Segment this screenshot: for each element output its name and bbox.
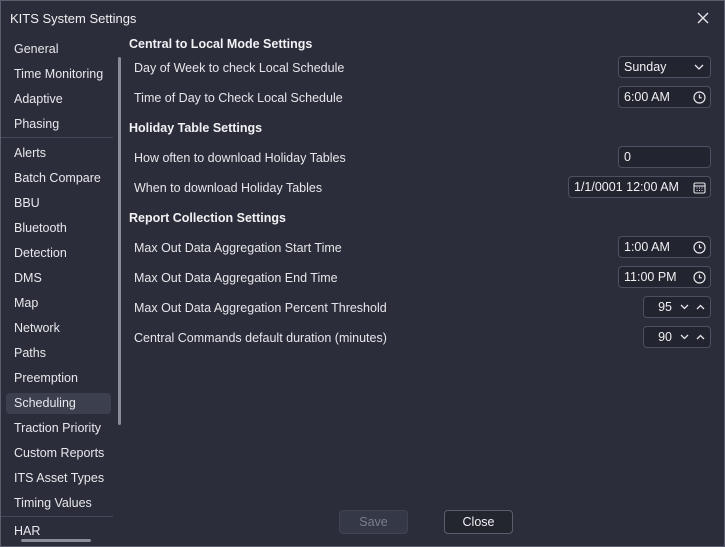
clock-icon[interactable] <box>688 237 710 257</box>
section-title-central-local: Central to Local Mode Settings <box>129 37 313 51</box>
day-of-week-label: Day of Week to check Local Schedule <box>134 61 345 75</box>
aggregation-end-value: 11:00 PM <box>624 270 677 284</box>
close-button[interactable]: Close <box>444 510 513 534</box>
sidebar-item-custom-reports[interactable]: Custom Reports <box>6 443 111 464</box>
sidebar-divider <box>1 137 113 138</box>
holiday-frequency-label: How often to download Holiday Tables <box>134 151 346 165</box>
default-duration-stepper[interactable]: 90 <box>643 326 711 348</box>
sidebar-item-map[interactable]: Map <box>6 293 111 314</box>
sidebar-item-traction-priority[interactable]: Traction Priority <box>6 418 111 439</box>
holiday-download-time-label: When to download Holiday Tables <box>134 181 323 195</box>
sidebar-item-phasing[interactable]: Phasing <box>6 114 111 135</box>
calendar-icon[interactable] <box>688 177 710 197</box>
decrement-button[interactable] <box>676 327 692 347</box>
sidebar-item-paths[interactable]: Paths <box>6 343 111 364</box>
time-of-day-label: Time of Day to Check Local Schedule <box>134 91 343 105</box>
settings-sidebar: General Time Monitoring Adaptive Phasing… <box>1 35 123 546</box>
sidebar-item-general[interactable]: General <box>6 39 111 60</box>
chevron-down-icon <box>680 304 688 310</box>
default-duration-value: 90 <box>658 330 672 344</box>
aggregation-start-label: Max Out Data Aggregation Start Time <box>134 241 342 255</box>
aggregation-start-value: 1:00 AM <box>624 240 670 254</box>
aggregation-start-time-picker[interactable]: 1:00 AM <box>618 236 711 258</box>
sidebar-item-batch-compare[interactable]: Batch Compare <box>6 168 111 189</box>
chevron-up-icon <box>696 334 704 340</box>
increment-button[interactable] <box>692 327 708 347</box>
close-window-button[interactable] <box>692 7 714 29</box>
sidebar-item-bbu[interactable]: BBU <box>6 193 111 214</box>
sidebar-item-network[interactable]: Network <box>6 318 111 339</box>
sidebar-item-time-monitoring[interactable]: Time Monitoring <box>6 64 111 85</box>
close-icon <box>697 12 709 24</box>
default-duration-label: Central Commands default duration (minut… <box>134 331 387 345</box>
decrement-button[interactable] <box>676 297 692 317</box>
sidebar-horizontal-scrollbar[interactable] <box>21 539 91 542</box>
chevron-down-icon <box>680 334 688 340</box>
time-of-day-picker[interactable]: 6:00 AM <box>618 86 711 108</box>
time-of-day-value: 6:00 AM <box>624 90 670 104</box>
sidebar-item-bluetooth[interactable]: Bluetooth <box>6 218 111 239</box>
holiday-frequency-value: 0 <box>624 150 631 164</box>
save-button[interactable]: Save <box>339 510 408 534</box>
clock-icon[interactable] <box>688 267 710 287</box>
sidebar-item-timing-values[interactable]: Timing Values <box>6 493 111 514</box>
section-title-holiday: Holiday Table Settings <box>129 121 263 135</box>
percent-threshold-value: 95 <box>658 300 672 314</box>
sidebar-item-adaptive[interactable]: Adaptive <box>6 89 111 110</box>
aggregation-end-time-picker[interactable]: 11:00 PM <box>618 266 711 288</box>
aggregation-end-label: Max Out Data Aggregation End Time <box>134 271 338 285</box>
settings-window: KITS System Settings General Time Monito… <box>0 0 725 547</box>
sidebar-item-its-asset-types[interactable]: ITS Asset Types <box>6 468 111 489</box>
holiday-download-datetime-picker[interactable]: 1/1/0001 12:00 AM <box>568 176 711 198</box>
sidebar-item-preemption[interactable]: Preemption <box>6 368 111 389</box>
sidebar-divider <box>1 516 113 517</box>
clock-icon[interactable] <box>688 87 710 107</box>
title-bar: KITS System Settings <box>1 1 724 35</box>
percent-threshold-label: Max Out Data Aggregation Percent Thresho… <box>134 301 387 315</box>
holiday-download-datetime-value: 1/1/0001 12:00 AM <box>574 180 679 194</box>
day-of-week-select[interactable]: Sunday <box>618 56 711 78</box>
sidebar-item-scheduling[interactable]: Scheduling <box>6 393 111 414</box>
sidebar-vertical-scrollbar[interactable] <box>118 57 121 425</box>
sidebar-item-detection[interactable]: Detection <box>6 243 111 264</box>
increment-button[interactable] <box>692 297 708 317</box>
sidebar-item-alerts[interactable]: Alerts <box>6 143 111 164</box>
window-title: KITS System Settings <box>10 11 137 26</box>
day-of-week-value: Sunday <box>624 60 667 74</box>
chevron-down-icon <box>688 57 710 77</box>
holiday-frequency-input[interactable]: 0 <box>618 146 711 168</box>
chevron-up-icon <box>696 304 704 310</box>
sidebar-item-dms[interactable]: DMS <box>6 268 111 289</box>
section-title-report: Report Collection Settings <box>129 211 286 225</box>
percent-threshold-stepper[interactable]: 95 <box>643 296 711 318</box>
